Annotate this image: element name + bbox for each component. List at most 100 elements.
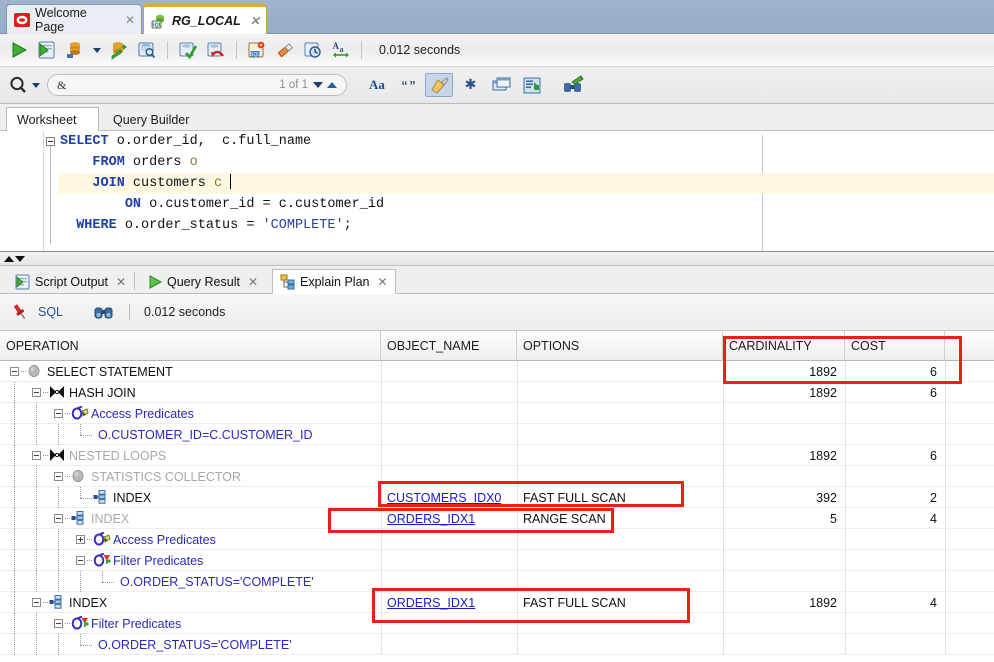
explain-plan-table[interactable]: OPERATIONOBJECT_NAMEOPTIONSCARDINALITYCO… xyxy=(0,331,994,662)
search-in-selection-button[interactable] xyxy=(518,73,546,97)
plan-row[interactable]: O.CUSTOMER_ID=C.CUSTOMER_ID xyxy=(0,424,994,445)
column-header-cost[interactable]: COST xyxy=(845,331,945,361)
grid-line xyxy=(723,403,724,424)
plan-row[interactable]: INDEXORDERS_IDX1RANGE SCAN54 xyxy=(0,508,994,529)
plan-object-name-link[interactable]: CUSTOMERS_IDX0 xyxy=(381,487,517,508)
run-script-button[interactable] xyxy=(34,37,60,63)
collapse-up-icon[interactable] xyxy=(4,256,14,262)
grid-line xyxy=(517,634,518,655)
close-icon[interactable]: ✕ xyxy=(248,275,258,289)
grid-line xyxy=(517,529,518,550)
tree-expander[interactable] xyxy=(76,535,85,544)
tree-expander[interactable] xyxy=(10,367,19,376)
tree-connector xyxy=(14,466,15,487)
plan-options-value: FAST FULL SCAN xyxy=(517,487,723,508)
plan-row[interactable]: Access Predicates xyxy=(0,403,994,424)
red-pushpin-icon[interactable] xyxy=(10,302,30,322)
highlight-button[interactable] xyxy=(425,73,453,97)
column-header-object-name[interactable]: OBJECT_NAME xyxy=(381,331,517,361)
tree-expander[interactable] xyxy=(54,619,63,628)
tree-connector xyxy=(102,571,103,582)
editor-splitter[interactable] xyxy=(0,252,994,266)
tree-connector xyxy=(80,435,92,436)
close-icon[interactable]: ✕ xyxy=(125,13,135,27)
match-case-label: Aa xyxy=(369,77,385,93)
tree-expander[interactable] xyxy=(32,598,41,607)
plan-row[interactable]: SELECT STATEMENT18926 xyxy=(0,361,994,382)
sql-code[interactable]: SELECT o.order_id, c.full_name FROM orde… xyxy=(58,131,994,236)
plan-row[interactable]: Filter Predicates xyxy=(0,550,994,571)
plan-row[interactable]: STATISTICS COLLECTOR xyxy=(0,466,994,487)
plan-row[interactable]: O.ORDER_STATUS='COMPLETE' xyxy=(0,571,994,592)
regex-button[interactable]: ✱ xyxy=(456,73,484,97)
sql-label[interactable]: SQL xyxy=(38,305,63,319)
tab-label: Explain Plan xyxy=(300,275,370,289)
svg-text:a: a xyxy=(340,45,344,54)
search-input[interactable]: & 1 of 1 xyxy=(47,74,347,96)
tab-rg-local[interactable]: SQL RG_LOCAL ✕ xyxy=(143,4,267,34)
close-icon[interactable]: ✕ xyxy=(116,275,126,289)
plan-cost-value: 2 xyxy=(845,487,945,508)
column-header-cardinality[interactable]: CARDINALITY xyxy=(723,331,845,361)
triangle-up-icon[interactable] xyxy=(327,82,337,88)
tab-explain-plan[interactable]: Explain Plan ✕ xyxy=(272,269,396,294)
plan-table-body[interactable]: SELECT STATEMENT18926HASH JOIN18926Acces… xyxy=(0,361,994,655)
plan-row[interactable]: Filter Predicates xyxy=(0,613,994,634)
sql-tuning-advisor-button[interactable] xyxy=(134,37,160,63)
plan-row[interactable]: INDEXCUSTOMERS_IDX0FAST FULL SCAN3922 xyxy=(0,487,994,508)
grid-line xyxy=(381,466,382,487)
plan-object-name-link[interactable]: ORDERS_IDX1 xyxy=(381,508,517,529)
column-header-operation[interactable]: OPERATION xyxy=(0,331,381,361)
whole-word-button[interactable]: “ ” xyxy=(394,73,422,97)
tab-script-output[interactable]: Script Output ✕ xyxy=(8,269,133,294)
tree-expander[interactable] xyxy=(32,388,41,397)
tab-welcome-page[interactable]: Welcome Page ✕ xyxy=(6,4,142,34)
grid-line xyxy=(845,613,846,634)
tree-expander[interactable] xyxy=(32,451,41,460)
tree-connector xyxy=(58,634,59,655)
tree-expander[interactable] xyxy=(54,472,63,481)
plan-row[interactable]: Access Predicates xyxy=(0,529,994,550)
plan-row[interactable]: INDEXORDERS_IDX1FAST FULL SCAN18924 xyxy=(0,592,994,613)
tree-expander[interactable] xyxy=(76,556,85,565)
plan-operation-label: HASH JOIN xyxy=(69,382,136,403)
match-case-button[interactable]: Aa xyxy=(363,73,391,97)
tab-query-result[interactable]: Query Result ✕ xyxy=(140,269,265,294)
grid-line xyxy=(845,403,846,424)
plan-row[interactable]: O.ORDER_STATUS='COMPLETE' xyxy=(0,634,994,655)
plan-row[interactable]: HASH JOIN18926 xyxy=(0,382,994,403)
plan-row[interactable]: NESTED LOOPS18926 xyxy=(0,445,994,466)
plan-cardinality-value: 1892 xyxy=(723,361,845,382)
column-header-options[interactable]: OPTIONS xyxy=(517,331,723,361)
tree-expander[interactable] xyxy=(54,514,63,523)
tree-expander[interactable] xyxy=(54,409,63,418)
run-statement-button[interactable] xyxy=(6,37,32,63)
to-upper-lower-button[interactable]: Aa xyxy=(328,37,354,63)
clear-button[interactable] xyxy=(272,37,298,63)
find-replace-button[interactable] xyxy=(560,73,588,97)
close-icon[interactable]: ✕ xyxy=(378,275,388,289)
close-icon[interactable]: ✕ xyxy=(250,14,260,28)
grid-line xyxy=(845,529,846,550)
explain-plan-button[interactable] xyxy=(62,37,88,63)
sql-history-button[interactable]: SQL xyxy=(244,37,270,63)
sql-editor[interactable]: SELECT o.order_id, c.full_name FROM orde… xyxy=(0,131,994,252)
binoculars-icon[interactable] xyxy=(93,302,115,322)
tab-worksheet[interactable]: Worksheet xyxy=(6,107,99,132)
plan-object-name-link[interactable]: ORDERS_IDX1 xyxy=(381,592,517,613)
commit-button[interactable] xyxy=(175,37,201,63)
list-arrow-icon xyxy=(523,76,542,95)
tab-query-builder[interactable]: Query Builder xyxy=(103,108,199,131)
explain-plan-icon xyxy=(280,274,296,290)
schedule-button[interactable] xyxy=(300,37,326,63)
rollback-button[interactable] xyxy=(203,37,229,63)
grid-line xyxy=(723,571,724,592)
search-icon-group[interactable] xyxy=(8,75,40,95)
triangle-down-icon[interactable] xyxy=(313,82,323,88)
collapse-down-icon[interactable] xyxy=(15,256,25,262)
chevron-down-icon[interactable] xyxy=(32,83,40,88)
code-fold-toggle[interactable] xyxy=(46,137,55,146)
incremental-button[interactable] xyxy=(487,73,515,97)
explain-plan-dropdown[interactable] xyxy=(90,37,104,63)
autotrace-button[interactable] xyxy=(106,37,132,63)
